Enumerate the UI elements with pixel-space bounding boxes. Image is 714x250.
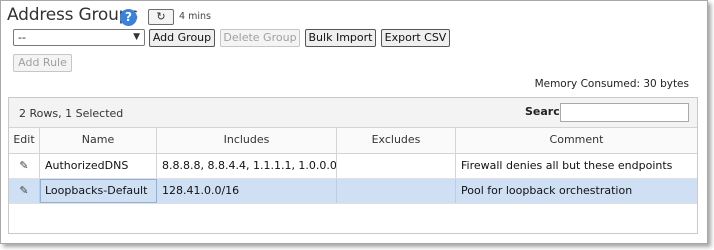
table-toolbar: 2 Rows, 1 Selected Search [9,98,697,128]
group-select[interactable]: -- ▼ [13,29,145,46]
add-group-button[interactable]: Add Group [149,29,215,47]
delete-group-button[interactable]: Delete Group [220,29,300,47]
table-row-selected[interactable]: ✎ Loopbacks-Default 128.41.0.0/16 Pool f… [9,179,697,204]
column-header-name[interactable]: Name [40,128,157,153]
refresh-button[interactable]: ↻ [148,9,174,25]
table-header: Edit Name Includes Excludes Comment [9,128,697,154]
page-title: Address Groups [7,5,138,25]
address-groups-table: 2 Rows, 1 Selected Search Edit Name Incl… [8,97,698,234]
row-excludes [337,154,456,178]
row-includes: 128.41.0.0/16 [157,179,337,203]
chevron-down-icon: ▼ [133,32,140,42]
pencil-icon: ✎ [19,184,29,197]
export-csv-button[interactable]: Export CSV [381,29,450,47]
column-header-edit[interactable]: Edit [9,128,40,153]
group-select-value: -- [18,31,26,44]
column-header-comment[interactable]: Comment [456,128,697,153]
search-input[interactable] [560,103,689,122]
add-rule-button[interactable]: Add Rule [13,54,72,72]
address-groups-window: Address Groups ? ↻ 4 mins -- ▼ Add Group… [0,0,708,244]
last-refresh-age: 4 mins [179,11,211,22]
row-name: Loopbacks-Default [40,179,157,203]
rows-info: 2 Rows, 1 Selected [19,107,124,120]
bulk-import-button[interactable]: Bulk Import [305,29,376,47]
row-name: AuthorizedDNS [40,154,157,178]
row-excludes [337,179,456,203]
row-comment: Pool for loopback orchestration [461,184,633,197]
row-includes: 8.8.8.8, 8.8.4.4, 1.1.1.1, 1.0.0.0 [157,154,337,178]
edit-button[interactable]: ✎ [9,154,40,178]
memory-consumed: Memory Consumed: 30 bytes [534,78,689,90]
pencil-icon: ✎ [19,159,29,172]
column-header-includes[interactable]: Includes [157,128,337,153]
help-icon[interactable]: ? [120,9,137,26]
table-row[interactable]: ✎ AuthorizedDNS 8.8.8.8, 8.8.4.4, 1.1.1.… [9,154,697,179]
row-comment: Firewall denies all but these endpoints [461,159,673,172]
refresh-icon: ↻ [156,10,166,23]
edit-button[interactable]: ✎ [9,179,40,203]
column-header-excludes[interactable]: Excludes [337,128,456,153]
